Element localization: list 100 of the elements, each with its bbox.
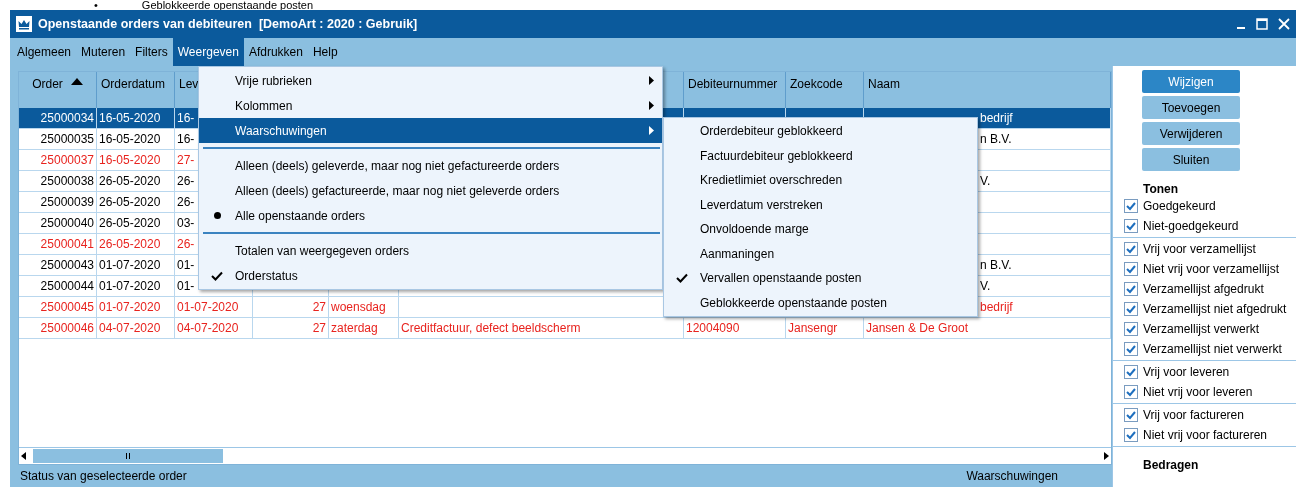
table-cell: 25000035 <box>40 132 94 146</box>
checkbox-checked-icon[interactable] <box>1124 262 1138 276</box>
table-cell: 25000037 <box>40 153 94 167</box>
table-cell: Creditfactuur, defect beeldscherm <box>401 321 581 335</box>
action-button[interactable]: Toevoegen <box>1142 96 1240 119</box>
close-icon[interactable] <box>1278 18 1290 30</box>
menu-entry[interactable]: Alle openstaande orders <box>199 203 662 228</box>
action-button[interactable]: Sluiten <box>1142 148 1240 171</box>
checkbox-checked-icon[interactable] <box>1124 199 1138 213</box>
table-cell: 26-05-2020 <box>99 237 161 251</box>
menu-item[interactable]: Filters <box>130 38 173 66</box>
action-button[interactable]: Verwijderen <box>1142 122 1240 145</box>
caption-text: Geblokkeerde openstaande posten <box>141 0 314 10</box>
table-cell: 26- <box>177 174 195 188</box>
checkbox-checked-icon[interactable] <box>1124 282 1138 296</box>
menu-entry[interactable]: Onvoldoende marge <box>664 217 977 242</box>
menu-entry[interactable]: Vrije rubrieken <box>199 68 662 93</box>
table-cell: 01-07-2020 <box>99 258 161 272</box>
table-cell: 16- <box>177 111 195 125</box>
table-cell: 04-07-2020 <box>99 321 161 335</box>
table-cell: 26-05-2020 <box>99 195 161 209</box>
table-cell: 01- <box>177 279 195 293</box>
table-cell: 27 <box>312 321 326 335</box>
window-title: Openstaande orders van debiteuren [DemoArt : 2020 : Gebruik] <box>38 17 419 31</box>
table-cell: 25000041 <box>40 237 94 251</box>
table-cell: 27 <box>312 300 326 314</box>
checkbox-label: Niet vrij voor factureren <box>1143 428 1268 442</box>
table-cell: zaterdag <box>331 321 378 335</box>
table-cell: woensdag <box>331 300 386 314</box>
table-cell: 01-07-2020 <box>99 300 161 314</box>
action-button[interactable]: Wijzigen <box>1142 70 1240 93</box>
checkbox-checked-icon[interactable] <box>1124 365 1138 379</box>
menu-entry[interactable]: Vervallen openstaande posten <box>664 266 977 291</box>
menu-entry[interactable]: Orderstatus <box>199 263 662 288</box>
status-text: Status van geselecteerde order <box>20 469 187 483</box>
checkbox-label: Niet vrij voor leveren <box>1143 385 1253 399</box>
maximize-icon[interactable] <box>1256 18 1268 30</box>
checkbox-checked-icon[interactable] <box>1124 219 1138 233</box>
table-cell: 26-05-2020 <box>99 174 161 188</box>
menu-entry[interactable]: Alleen (deels) gefactureerde, maar nog niet geleverde orders <box>199 178 662 203</box>
menu-item[interactable]: Weergeven <box>172 38 244 66</box>
menu-item[interactable]: Afdrukken <box>243 38 308 66</box>
table-cell: 25000040 <box>40 216 94 230</box>
checkbox-label: Niet vrij voor verzamellijst <box>1143 262 1280 276</box>
status-text: Waarschuwingen <box>966 469 1058 483</box>
menu-entry[interactable]: Kolommen <box>199 93 662 118</box>
table-cell: 16-05-2020 <box>99 132 161 146</box>
menu-entry[interactable]: Leverdatum verstreken <box>664 192 977 217</box>
table-cell: 25000044 <box>40 279 94 293</box>
menu-entry[interactable]: Factuurdebiteur geblokkeerd <box>664 143 977 168</box>
checkbox-checked-icon[interactable] <box>1124 242 1138 256</box>
table-cell: 16-05-2020 <box>99 111 161 125</box>
table-cell: 26-05-2020 <box>99 216 161 230</box>
menu-entry[interactable]: Alleen (deels) geleverde, maar nog niet gefactureerde orders <box>199 153 662 178</box>
table-cell: 25000038 <box>40 174 94 188</box>
table-cell: 16- <box>177 132 195 146</box>
table-cell: bedrijf <box>980 111 1013 125</box>
table-cell: 04-07-2020 <box>177 321 239 335</box>
section-heading: Bedragen <box>1143 458 1200 472</box>
table-cell: 27- <box>177 153 195 167</box>
menu-item[interactable]: Muteren <box>76 38 131 66</box>
menu-entry[interactable]: Orderdebiteur geblokkeerd <box>664 119 977 144</box>
table-cell: Jansengr <box>788 321 838 335</box>
checkbox-checked-icon[interactable] <box>1124 322 1138 336</box>
menu-entry[interactable]: Kredietlimiet overschreden <box>664 168 977 193</box>
crown-icon <box>16 16 32 32</box>
checkbox-checked-icon[interactable] <box>1124 302 1138 316</box>
table-cell: 16-05-2020 <box>99 153 161 167</box>
table-cell: 25000043 <box>40 258 94 272</box>
table-cell: Jansen & De Groot <box>866 321 969 335</box>
table-cell: 25000046 <box>40 321 94 335</box>
menu-item[interactable]: Help <box>307 38 343 66</box>
scroll-thumb[interactable] <box>33 449 223 463</box>
table-cell: 01- <box>177 258 195 272</box>
submenu-arrow-icon <box>648 126 654 135</box>
table-cell: 01-07-2020 <box>99 279 161 293</box>
checkbox-label: Verzamellijst verwerkt <box>1143 322 1260 336</box>
scroll-left-icon <box>19 449 29 463</box>
checkbox-label: Vrij voor factureren <box>1143 408 1244 422</box>
checkbox-label: Vrij voor verzamellijst <box>1143 242 1256 256</box>
table-cell: bedrijf <box>980 300 1013 314</box>
checkbox-checked-icon[interactable] <box>1124 408 1138 422</box>
checkbox-label: Verzamellijst niet afgedrukt <box>1143 302 1287 316</box>
menu-entry[interactable]: Totalen van weergegeven orders <box>199 238 662 263</box>
checkbox-checked-icon[interactable] <box>1124 342 1138 356</box>
table-cell: 26- <box>177 195 195 209</box>
table-cell: 25000039 <box>40 195 94 209</box>
checkbox-label: Niet-goedgekeurd <box>1143 219 1239 233</box>
horizontal-scrollbar[interactable] <box>19 447 1111 464</box>
menu-entry[interactable]: Waarschuwingen <box>199 118 662 143</box>
checkbox-label: Goedgekeurd <box>1143 199 1216 213</box>
table-cell: 25000045 <box>40 300 94 314</box>
table-cell: 26- <box>177 237 195 251</box>
checkbox-checked-icon[interactable] <box>1124 428 1138 442</box>
table-row[interactable]: 25000046 04-07-2020 04-07-2020 27 zaterdag Creditfactuur, defect beeldscherm 12004090 Jansengr Jansen & De Groot <box>19 318 1111 339</box>
table-cell: V. <box>980 174 991 188</box>
checkbox-checked-icon[interactable] <box>1124 385 1138 399</box>
menu-entry[interactable]: Aanmaningen <box>664 241 977 266</box>
table-cell: n B.V. <box>980 132 1012 146</box>
menu-item[interactable]: Algemeen <box>12 38 77 66</box>
